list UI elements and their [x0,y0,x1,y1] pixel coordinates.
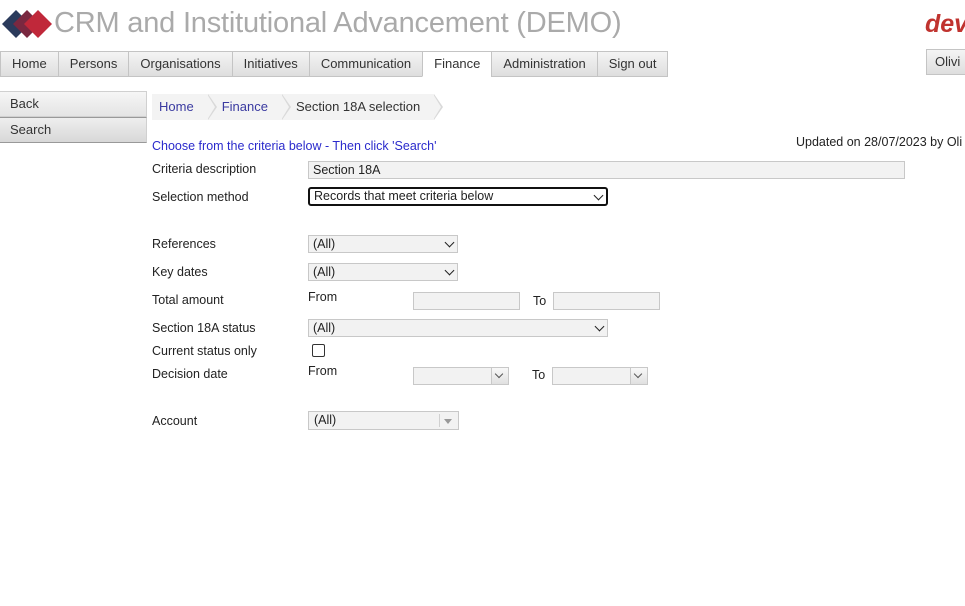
app-title: CRM and Institutional Advancement (DEMO) [54,7,622,39]
key-dates-label: Key dates [152,265,208,279]
criteria-description-input[interactable]: Section 18A [308,161,905,179]
decision-date-to-picker[interactable] [552,367,648,385]
decision-date-label: Decision date [152,367,228,381]
chevron-down-icon [633,369,643,379]
nav-item-sign-out[interactable]: Sign out [596,51,669,77]
selection-method-label: Selection method [152,190,249,204]
breadcrumb-item-finance: Finance [207,94,292,120]
current-status-only-label: Current status only [152,344,257,358]
breadcrumb: Home Finance Section 18A selection [152,94,444,120]
section-18a-status-value: (All) [313,321,336,335]
chevron-down-icon [444,265,455,276]
selection-method-value: Records that meet criteria below [314,189,494,203]
total-amount-label: Total amount [152,293,224,307]
chevron-down-icon [494,369,504,379]
key-dates-select[interactable]: (All) [308,263,458,281]
triangle-down-icon [444,419,452,424]
references-label: References [152,237,216,251]
nav-item-home[interactable]: Home [0,51,58,77]
nav-item-initiatives[interactable]: Initiatives [231,51,309,77]
breadcrumb-link-home[interactable]: Home [159,99,194,114]
chevron-down-icon [594,321,605,332]
sidebar-item-search[interactable]: Search [0,117,147,143]
total-amount-from-label: From [308,290,338,304]
chevron-down-icon [444,237,455,248]
nav-item-finance[interactable]: Finance [422,51,492,77]
chevron-down-icon [593,190,604,201]
nav-item-organisations[interactable]: Organisations [128,51,232,77]
decision-date-from-label: From [308,364,338,378]
total-amount-from-input[interactable] [413,292,520,310]
selection-method-select[interactable]: Records that meet criteria below [308,187,608,206]
crm-logo-icon [2,10,52,38]
decision-date-from-picker[interactable] [413,367,509,385]
sidebar: Back Search [0,91,147,143]
brand-logo: dev [925,10,965,38]
updated-info: Updated on 28/07/2023 by Oli [796,135,963,149]
account-select[interactable]: (All) [308,411,459,430]
main-nav: Home Persons Organisations Initiatives C… [0,51,669,77]
current-status-only-checkbox[interactable] [312,344,325,357]
user-menu-button[interactable]: Olivi [926,49,965,75]
nav-item-persons[interactable]: Persons [57,51,129,77]
search-instructions: Choose from the criteria below - Then cl… [152,139,437,153]
breadcrumb-link-finance[interactable]: Finance [222,99,268,114]
account-label: Account [152,414,198,428]
total-amount-to-input[interactable] [553,292,660,310]
decision-date-to-label: To [532,368,546,382]
key-dates-value: (All) [313,265,336,279]
total-amount-to-label: To [533,294,547,308]
sidebar-item-back[interactable]: Back [0,91,147,117]
references-select[interactable]: (All) [308,235,458,253]
decision-date-to-dropdown-button[interactable] [630,368,647,384]
breadcrumb-item-home: Home [152,94,217,120]
references-value: (All) [313,237,336,251]
decision-date-from-dropdown-button[interactable] [491,368,508,384]
criteria-description-label: Criteria description [152,162,257,176]
breadcrumb-item-current: Section 18A selection [281,94,444,120]
account-value: (All) [314,413,337,427]
section-18a-status-label: Section 18A status [152,321,256,335]
nav-item-communication[interactable]: Communication [308,51,423,77]
nav-item-administration[interactable]: Administration [491,51,597,77]
section-18a-status-select[interactable]: (All) [308,319,608,337]
